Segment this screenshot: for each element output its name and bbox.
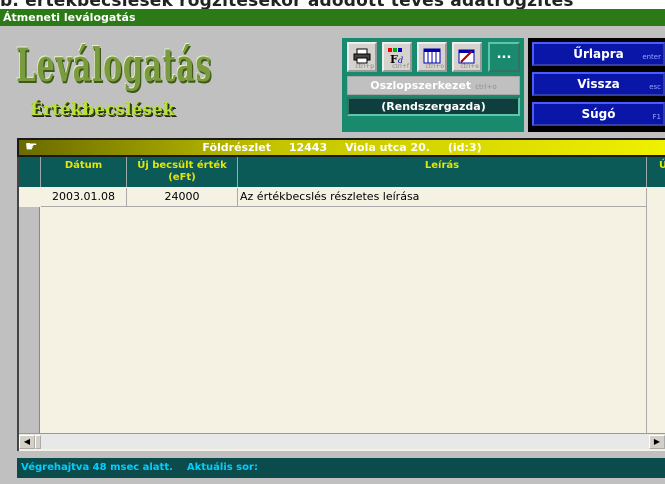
- print-shortcut-hint: ctrl+p: [355, 63, 374, 70]
- status-text: Végrehajtva 48 msec alatt. Aktuális sor:: [21, 458, 258, 478]
- cell-description[interactable]: Az értékbecslés részletes leírása: [238, 188, 647, 207]
- page-title: Leválogatás: [16, 38, 213, 92]
- form-view-button[interactable]: Űrlapra enter: [532, 42, 665, 66]
- help-label: Súgó: [581, 107, 616, 121]
- cell-date[interactable]: 2003.01.08: [41, 188, 127, 207]
- help-hint: F1: [652, 113, 661, 121]
- grid-divider: [646, 188, 647, 433]
- column-header-date[interactable]: Dátum: [41, 157, 127, 187]
- back-hint: esc: [649, 83, 661, 91]
- record-id: (id:3): [447, 141, 482, 154]
- parcel-number: 12443: [288, 141, 328, 154]
- column-structure-hint: ctrl+o: [475, 83, 497, 91]
- edit-form-button[interactable]: ctrl+e: [452, 42, 482, 72]
- form-view-hint: enter: [642, 53, 661, 61]
- parcel-label: Földrészlet: [202, 141, 271, 154]
- cell-value[interactable]: 24000: [127, 188, 238, 207]
- horizontal-scrollbar[interactable]: ◀ ▶: [19, 433, 665, 449]
- svg-text:F: F: [390, 53, 398, 64]
- pointing-hand-icon[interactable]: ☛: [25, 140, 38, 155]
- row-selector-header: [19, 157, 41, 187]
- scroll-right-button[interactable]: ▶: [649, 435, 665, 449]
- column-header-value[interactable]: Új becsült érték (eFt): [127, 157, 238, 187]
- columns-shortcut-hint: ctrl+o: [425, 63, 444, 70]
- header: Leválogatás Értékbecslések ctrl+p Fd ctr…: [0, 26, 665, 132]
- background-document-text: b. értékbecslések rögzítésekor adódott t…: [0, 0, 665, 9]
- page-subtitle: Értékbecslések: [30, 100, 175, 120]
- column-structure-label: Oszlopszerkezet: [370, 79, 472, 92]
- back-button[interactable]: Vissza esc: [532, 72, 665, 96]
- form-view-label: Űrlapra: [573, 47, 624, 61]
- help-button[interactable]: Súgó F1: [532, 102, 665, 126]
- status-bar: Végrehajtva 48 msec alatt. Aktuális sor:: [17, 458, 665, 478]
- nav-panel: Űrlapra enter Vissza esc Súgó F1: [528, 38, 665, 132]
- more-options-button[interactable]: ...: [488, 42, 520, 72]
- grid-header: Dátum Új becsült érték (eFt) Leírás Ú: [19, 157, 665, 187]
- record-info-bar: ☛ Földrészlet 12443 Viola utca 20. (id:3…: [17, 138, 665, 157]
- edit-form-shortcut-hint: ctrl+e: [460, 63, 479, 70]
- row-selector-column: [19, 188, 40, 433]
- scroll-left-button[interactable]: ◀: [19, 435, 35, 449]
- current-row-text: Aktuális sor:: [186, 462, 258, 473]
- data-grid: Dátum Új becsült érték (eFt) Leírás Ú 20…: [17, 157, 665, 451]
- table-row[interactable]: 2003.01.08 24000 Az értékbecslés részlet…: [19, 188, 665, 207]
- column-header-description[interactable]: Leírás: [238, 157, 647, 187]
- font-shortcut-hint: ctrl+f: [392, 63, 409, 70]
- user-role-label: (Rendszergazda): [347, 97, 520, 116]
- font-button[interactable]: Fd ctrl+f: [382, 42, 412, 72]
- window-title: Átmeneti leválogatás: [0, 9, 665, 26]
- toolbar-panel: ctrl+p Fd ctrl+f ctrl+o ctrl+e ... Oszlo…: [342, 38, 524, 132]
- column-header-extra[interactable]: Ú: [647, 157, 665, 187]
- print-button[interactable]: ctrl+p: [347, 42, 377, 72]
- column-structure-button[interactable]: Oszlopszerkezet ctrl+o: [347, 76, 520, 95]
- scroll-thumb[interactable]: [35, 435, 41, 449]
- exec-time-text: Végrehajtva 48 msec alatt.: [21, 462, 173, 473]
- app-window: Átmeneti leválogatás Leválogatás Értékbe…: [0, 9, 665, 484]
- parcel-street: Viola utca 20.: [344, 141, 430, 154]
- columns-button[interactable]: ctrl+o: [417, 42, 447, 72]
- back-label: Vissza: [577, 77, 620, 91]
